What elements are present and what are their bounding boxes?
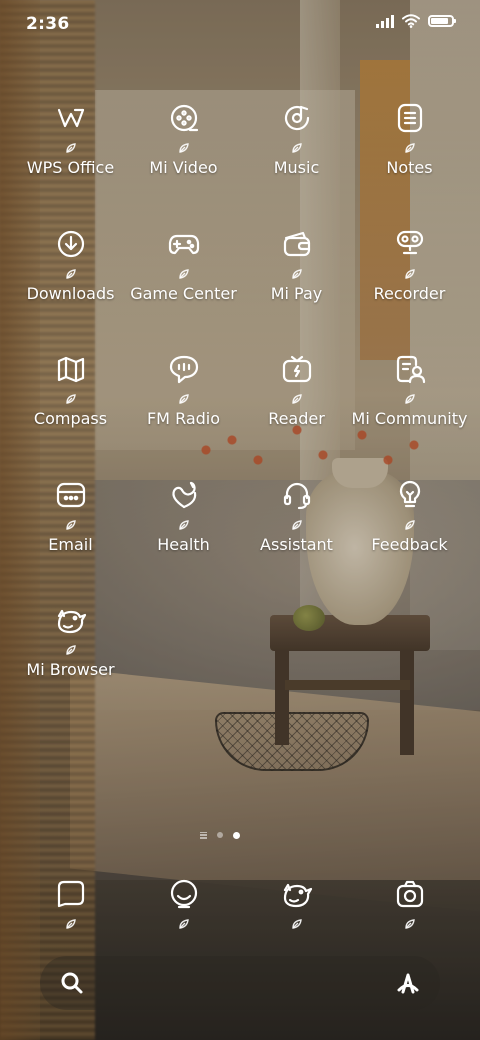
leaf-icon (65, 914, 76, 929)
app-mi-video[interactable]: Mi Video (127, 100, 240, 226)
app-label: WPS Office (26, 158, 115, 177)
dock-item-contacts[interactable] (127, 876, 240, 929)
app-label: Health (157, 534, 210, 554)
battery-icon (428, 15, 456, 27)
app-assistant[interactable]: Assistant (240, 477, 353, 603)
mi-video-icon[interactable] (166, 100, 202, 136)
leaf-icon (404, 264, 415, 279)
notes-icon[interactable] (392, 100, 428, 136)
app-compass[interactable]: Compass (14, 351, 127, 477)
recorder-icon[interactable] (392, 226, 428, 262)
leaf-icon (404, 515, 415, 530)
app-label: Email (48, 534, 93, 554)
leaf-icon (65, 138, 76, 153)
email-icon[interactable] (53, 477, 89, 513)
wifi-icon (402, 14, 420, 28)
app-vault-icon[interactable] (394, 969, 422, 997)
fm-radio-icon[interactable] (166, 351, 202, 387)
status-bar: 2:36 (0, 0, 480, 50)
app-wps-office[interactable]: WPS Office (14, 100, 127, 226)
dock-item-browser[interactable] (240, 876, 353, 929)
app-label: Music (273, 158, 320, 177)
health-icon[interactable] (166, 477, 202, 513)
app-label: Game Center (130, 283, 237, 303)
leaf-icon (65, 640, 76, 655)
leaf-icon (178, 515, 189, 530)
app-label: Notes (386, 158, 433, 177)
contacts-icon[interactable] (166, 876, 202, 912)
app-grid: WPS Office Mi Video Music Notes Downloads Gam… (14, 100, 468, 728)
app-label: Recorder (373, 283, 446, 303)
app-label: Mi Video (149, 158, 218, 177)
leaf-icon (65, 389, 76, 404)
app-mi-community[interactable]: Mi Community (351, 351, 468, 477)
browser-icon[interactable] (279, 876, 315, 912)
search-icon[interactable] (58, 969, 86, 997)
app-label: Mi Community (351, 409, 468, 428)
leaf-icon (291, 389, 302, 404)
reader-icon[interactable] (279, 351, 315, 387)
app-label: Reader (268, 409, 325, 428)
page-dot-active[interactable] (233, 831, 240, 839)
messages-icon[interactable] (53, 876, 89, 912)
app-game-center[interactable]: Game Center (127, 226, 240, 352)
downloads-icon[interactable] (53, 226, 89, 262)
app-feedback[interactable]: Feedback (353, 477, 466, 603)
app-label: Feedback (371, 534, 448, 554)
app-mi-browser[interactable]: Mi Browser (14, 602, 127, 728)
app-label: Mi Pay (270, 283, 323, 303)
mi-pay-icon[interactable] (279, 226, 315, 262)
compass-icon[interactable] (53, 351, 89, 387)
app-label: Compass (33, 409, 108, 428)
dock (14, 876, 466, 929)
leaf-icon (65, 264, 76, 279)
status-time: 2:36 (26, 14, 70, 34)
app-label: FM Radio (146, 409, 221, 428)
search-bar[interactable] (40, 956, 440, 1010)
game-center-icon[interactable] (166, 226, 202, 262)
app-mi-pay[interactable]: Mi Pay (240, 226, 353, 352)
app-fm-radio[interactable]: FM Radio (127, 351, 240, 477)
page-dot[interactable] (217, 832, 223, 838)
camera-icon[interactable] (392, 876, 428, 912)
leaf-icon (404, 389, 415, 404)
leaf-icon (178, 914, 189, 929)
dock-item-camera[interactable] (353, 876, 466, 929)
page-indicator[interactable] (200, 829, 240, 841)
leaf-icon (291, 515, 302, 530)
app-recorder[interactable]: Recorder (353, 226, 466, 352)
app-label: Assistant (260, 534, 333, 554)
leaf-icon (291, 138, 302, 153)
app-downloads[interactable]: Downloads (14, 226, 127, 352)
mi-browser-icon[interactable] (53, 602, 89, 638)
app-reader[interactable]: Reader (240, 351, 353, 477)
app-notes[interactable]: Notes (353, 100, 466, 226)
app-email[interactable]: Email (14, 477, 127, 603)
app-label: Downloads (26, 283, 115, 303)
feedback-icon[interactable] (392, 477, 428, 513)
leaf-icon (65, 515, 76, 530)
leaf-icon (291, 264, 302, 279)
leaf-icon (178, 264, 189, 279)
app-health[interactable]: Health (127, 477, 240, 603)
music-icon[interactable] (279, 100, 315, 136)
wps-office-icon[interactable] (53, 100, 89, 136)
assistant-icon[interactable] (279, 477, 315, 513)
mi-community-icon[interactable] (392, 351, 428, 387)
leaf-icon (178, 138, 189, 153)
cellular-signal-icon (376, 14, 394, 28)
app-music[interactable]: Music (240, 100, 353, 226)
leaf-icon (178, 389, 189, 404)
leaf-icon (404, 914, 415, 929)
dock-item-messages[interactable] (14, 876, 127, 929)
app-drawer-indicator-icon (200, 831, 207, 839)
leaf-icon (291, 914, 302, 929)
app-label: Mi Browser (26, 660, 115, 679)
leaf-icon (404, 138, 415, 153)
